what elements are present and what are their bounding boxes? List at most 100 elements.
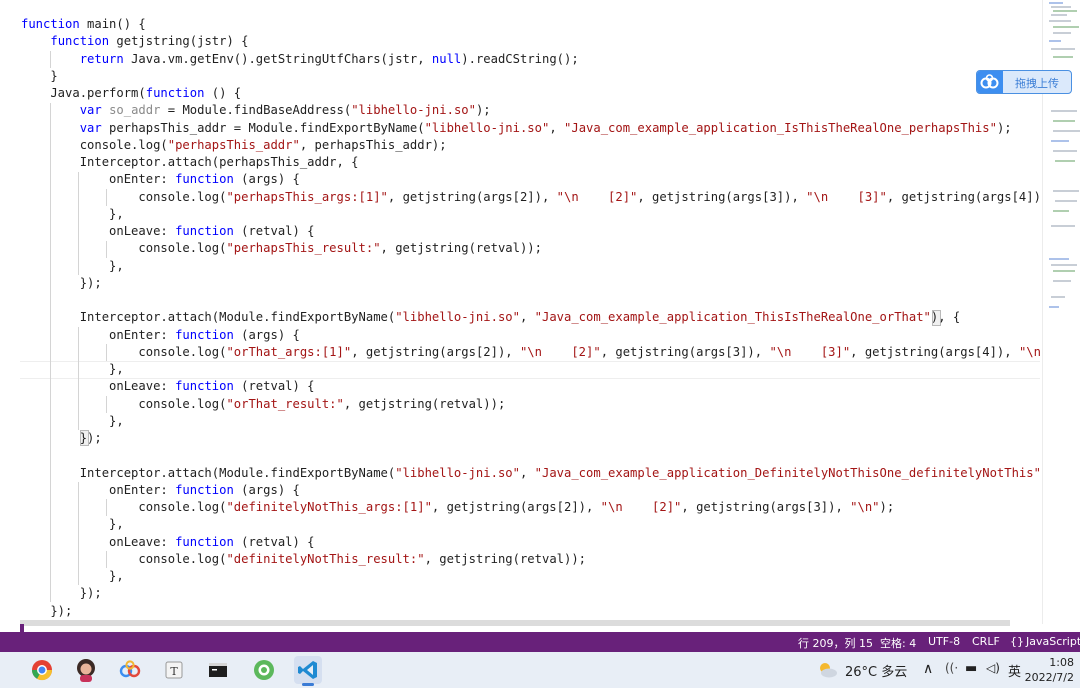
code-line[interactable]: }); — [21, 603, 72, 620]
code-line[interactable]: console.log("perhapsThis_args:[1]", getj… — [21, 189, 1042, 206]
battery-icon[interactable]: ▬ — [965, 661, 977, 676]
code-token: onEnter: — [21, 327, 176, 342]
code-string: "Java_com_example_application_IsThisTheR… — [564, 120, 997, 135]
code-token: console.log( — [21, 551, 227, 566]
code-line[interactable]: var perhapsThis_addr = Module.findExport… — [21, 120, 1012, 137]
code-token: , getjstring(args[2]), — [387, 189, 557, 204]
code-token: onEnter: — [21, 482, 176, 497]
code-keyword: function — [175, 172, 234, 187]
code-token: Interceptor.attach(Module.findExportByNa… — [21, 310, 396, 325]
horizontal-scrollbar[interactable] — [20, 620, 1010, 626]
code-token: , getjstring(args[4]), — [886, 189, 1042, 204]
code-token: (retval) { — [233, 379, 315, 394]
code-line[interactable]: }, — [21, 258, 124, 275]
current-line-highlight — [20, 361, 1040, 379]
weather-icon — [816, 660, 838, 680]
code-line[interactable]: }, — [21, 413, 124, 430]
code-token: (args) { — [233, 327, 300, 342]
code-line[interactable]: Interceptor.attach(Module.findExportByNa… — [21, 309, 961, 326]
code-string: "\n [3]" — [769, 344, 851, 359]
avatar-icon[interactable] — [72, 656, 100, 684]
chrome-icon[interactable] — [28, 656, 56, 684]
code-line[interactable]: console.log("perhapsThis_result:", getjs… — [21, 240, 542, 257]
code-line[interactable]: onLeave: function (retval) { — [21, 378, 315, 395]
code-keyword: function — [175, 379, 234, 394]
code-token: } — [21, 68, 58, 83]
code-token: , getjstring(args[2]), — [351, 344, 520, 359]
typora-icon[interactable]: T — [160, 656, 188, 684]
code-line[interactable]: function getjstring(jstr) { — [21, 33, 248, 50]
code-token: }, — [21, 206, 124, 221]
code-line[interactable]: console.log("orThat_args:[1]", getjstrin… — [21, 344, 1042, 361]
code-keyword: null — [431, 51, 462, 66]
code-token: console.log( — [21, 189, 227, 204]
code-string: "definitelyNotThis_args:[1]" — [226, 500, 432, 514]
svg-text:T: T — [170, 665, 178, 678]
code-line[interactable]: function main() { — [21, 16, 146, 33]
code-line[interactable]: Interceptor.attach(perhapsThis_addr, { — [21, 154, 359, 171]
code-token: , — [519, 310, 535, 325]
code-keyword: var — [79, 120, 102, 135]
language-mode[interactable]: JavaScript — [1026, 635, 1080, 648]
code-line[interactable]: onEnter: function (args) { — [21, 327, 300, 344]
code-string: "\n" — [850, 500, 880, 514]
code-token: onEnter: — [21, 172, 176, 187]
code-line[interactable]: console.log("definitelyNotThis_result:",… — [21, 551, 586, 568]
code-token: (retval) { — [233, 224, 315, 238]
code-keyword: var — [79, 103, 102, 118]
code-editor[interactable]: function main() { function getjstring(js… — [0, 0, 1042, 624]
baidu-netdisk-icon[interactable] — [116, 656, 144, 684]
code-line[interactable]: console.log("definitelyNotThis_args:[1]"… — [21, 499, 894, 516]
code-line[interactable]: Java.perform(function () { — [21, 85, 241, 102]
code-line[interactable]: }, — [21, 516, 124, 533]
code-line[interactable]: } — [21, 68, 58, 85]
baidu-netdisk-icon — [977, 71, 1003, 93]
code-line[interactable]: }); — [21, 585, 102, 602]
indentation-setting[interactable]: 空格: 4 — [880, 635, 916, 651]
clock-time: 1:08 — [1049, 656, 1074, 669]
code-line[interactable]: }, — [21, 206, 124, 223]
baidu-upload-widget[interactable]: 拖拽上传 — [976, 70, 1072, 94]
code-keyword: function — [175, 224, 234, 238]
weather-text[interactable]: 26°C 多云 — [845, 661, 907, 680]
green-app-icon[interactable] — [250, 656, 278, 684]
code-token: , getjstring(args[3]), — [600, 344, 770, 359]
chevron-up-icon[interactable]: ∧ — [923, 661, 933, 677]
code-line[interactable]: onLeave: function (retval) { — [21, 534, 314, 551]
wifi-icon[interactable]: ((· — [945, 661, 958, 675]
cursor-position[interactable]: 行 209，列 15 — [798, 635, 873, 651]
code-token: Interceptor.attach(perhapsThis_addr, { — [21, 155, 359, 169]
code-string: "Java_com_example_application_Definitely… — [534, 465, 1041, 480]
code-line[interactable]: onEnter: function (args) { — [21, 482, 300, 499]
code-token: ); — [879, 500, 895, 514]
code-line[interactable]: console.log("perhapsThis_addr", perhapsT… — [21, 137, 447, 154]
code-token: (args) { — [233, 482, 300, 497]
code-token: Interceptor.attach(Module.findExportByNa… — [21, 465, 396, 480]
code-string: "perhapsThis_result:" — [226, 241, 381, 256]
code-token: }, — [21, 569, 124, 583]
encoding-setting[interactable]: UTF-8 — [928, 635, 960, 648]
code-line[interactable]: }, — [21, 361, 124, 378]
eol-setting[interactable]: CRLF — [972, 635, 1000, 648]
clock[interactable]: 1:08 2022/7/2 — [1020, 655, 1074, 685]
code-token: , getjstring(retval)); — [343, 396, 506, 411]
code-line[interactable]: Interceptor.attach(Module.findExportByNa… — [21, 465, 1042, 482]
code-line[interactable]: }, — [21, 568, 124, 585]
code-line[interactable]: return Java.vm.getEnv().getStringUtfChar… — [21, 51, 579, 68]
code-keyword: function — [50, 34, 110, 49]
vscode-icon[interactable] — [294, 656, 322, 686]
code-token: , — [519, 465, 535, 480]
code-line[interactable]: onLeave: function (retval) { — [21, 223, 315, 240]
code-token: , getjstring(retval)); — [380, 241, 542, 256]
terminal-icon[interactable] — [204, 656, 232, 684]
code-line[interactable]: console.log("orThat_result:", getjstring… — [21, 396, 505, 413]
code-line[interactable]: var so_addr = Module.findBaseAddress("li… — [21, 102, 491, 119]
code-line[interactable]: onEnter: function (args) { — [21, 171, 300, 188]
code-line[interactable]: }); — [21, 275, 102, 292]
code-line[interactable]: }); — [21, 430, 102, 447]
code-keyword: function — [175, 482, 234, 497]
volume-icon[interactable]: ◁) — [986, 661, 1000, 675]
code-string: "libhello-jni.so" — [395, 310, 520, 325]
